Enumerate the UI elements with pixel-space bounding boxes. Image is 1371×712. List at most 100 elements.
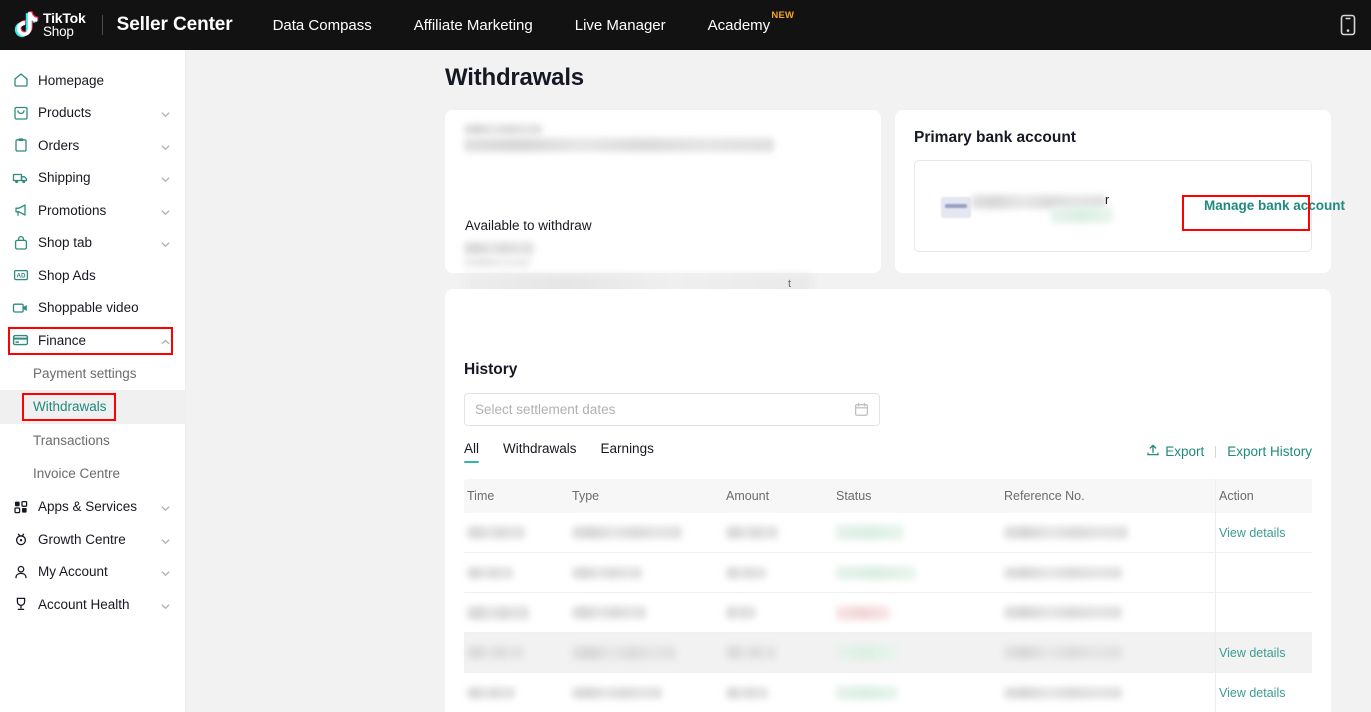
nav-link-label: Academy [708,17,771,34]
sidebar-item-label: Products [38,105,160,120]
nav-divider [102,15,103,35]
person-icon [12,563,29,580]
tab-all[interactable]: All [464,441,479,463]
top-nav-links: Data Compass Affiliate Marketing Live Ma… [273,17,771,34]
chevron-down-icon [160,172,171,183]
chevron-down-icon [160,566,171,577]
seller-center-brand[interactable]: Seller Center [117,14,233,36]
sidebar-item-label: Shipping [38,170,160,185]
nav-link-data-compass[interactable]: Data Compass [273,17,372,34]
sidebar-subitem-transactions[interactable]: Transactions [0,424,185,458]
sidebar-item-shop-ads[interactable]: AD Shop Ads [0,259,185,292]
table-row[interactable] [464,553,1312,593]
redacted-balance-sub-block [464,257,530,267]
cell-action: View details [1215,513,1312,552]
sidebar-navigation: Homepage Products Orders Shipping Pro [0,50,186,712]
cell-reference-no [1001,633,1215,672]
cell-type [569,633,723,672]
column-header-time: Time [464,489,569,503]
sidebar-item-finance[interactable]: Finance [0,324,185,357]
export-label: Export [1165,444,1204,459]
settlement-date-picker[interactable]: Select settlement dates [464,393,880,426]
svg-text:AD: AD [16,273,25,280]
sidebar-item-label: Homepage [38,73,171,88]
nav-link-live-manager[interactable]: Live Manager [575,17,666,34]
ad-icon: AD [12,267,29,284]
table-row[interactable]: View details [464,513,1312,553]
export-button[interactable]: Export [1146,443,1204,460]
cell-status [833,673,1001,712]
cell-action-empty [1215,553,1312,592]
sidebar-item-account-health[interactable]: Account Health [0,588,185,621]
sidebar-item-growth-centre[interactable]: Growth Centre [0,523,185,556]
tab-earnings[interactable]: Earnings [601,441,654,463]
mobile-app-icon[interactable] [1339,14,1357,36]
manage-bank-account-link[interactable]: Manage bank account [1204,198,1345,213]
table-header-row: Time Type Amount Status Reference No. Ac… [464,479,1312,513]
apps-grid-icon [12,498,29,515]
nav-link-label: Affiliate Marketing [414,17,533,34]
nav-link-affiliate-marketing[interactable]: Affiliate Marketing [414,17,533,34]
balance-card: Available to withdraw Withdraw t [445,110,881,273]
sidebar-item-shoppable-video[interactable]: Shoppable video [0,292,185,325]
cell-reference-no [1001,593,1215,632]
sidebar-item-orders[interactable]: Orders [0,129,185,162]
cell-action-empty [1215,593,1312,632]
cell-status [833,513,1001,552]
export-history-button[interactable]: Export History [1227,444,1312,459]
history-tabs: All Withdrawals Earnings [464,441,654,463]
table-row[interactable] [464,593,1312,633]
top-navigation-bar: TikTok Shop Seller Center Data Compass A… [0,0,1371,50]
sidebar-subitem-label: Transactions [33,433,110,448]
tab-withdrawals[interactable]: Withdrawals [503,441,577,463]
sidebar-item-label: Account Health [38,597,160,612]
cell-type [569,593,723,632]
settlement-date-placeholder: Select settlement dates [475,402,854,417]
sidebar-subitem-withdrawals[interactable]: Withdrawals [0,390,185,424]
redacted-bank-status [1051,207,1113,223]
chevron-down-icon [160,599,171,610]
column-header-status: Status [833,489,1001,503]
tiktok-note-icon [12,10,39,40]
export-separator [1215,446,1216,458]
tiktok-shop-logo[interactable]: TikTok Shop [0,10,86,40]
sidebar-item-shop-tab[interactable]: Shop tab [0,227,185,260]
sidebar-item-label: My Account [38,564,160,579]
growth-icon [12,531,29,548]
megaphone-icon [12,202,29,219]
column-header-type: Type [569,489,723,503]
product-box-icon [12,104,29,121]
view-details-link[interactable]: View details [1219,686,1285,700]
cell-time [464,553,569,592]
home-icon [12,72,29,89]
sidebar-item-promotions[interactable]: Promotions [0,194,185,227]
column-header-action: Action [1215,479,1312,513]
sidebar-item-my-account[interactable]: My Account [0,556,185,589]
trophy-icon [12,596,29,613]
sidebar-item-apps-services[interactable]: Apps & Services [0,491,185,524]
column-header-reference-no: Reference No. [1001,489,1215,503]
cell-status [833,633,1001,672]
sidebar-item-shipping[interactable]: Shipping [0,162,185,195]
sidebar-item-homepage[interactable]: Homepage [0,64,185,97]
sidebar-subitem-label: Payment settings [33,366,137,381]
nav-link-academy[interactable]: Academy NEW [708,17,771,34]
sidebar-item-products[interactable]: Products [0,97,185,130]
redacted-balance-block [464,242,534,255]
primary-bank-account-title: Primary bank account [914,129,1076,147]
cell-amount [723,593,833,632]
export-controls: Export Export History [1146,443,1312,460]
cell-reference-no [1001,513,1215,552]
view-details-link[interactable]: View details [1219,526,1285,540]
view-details-link[interactable]: View details [1219,646,1285,660]
chevron-down-icon [160,534,171,545]
cell-time [464,593,569,632]
table-row[interactable]: View details [464,673,1312,712]
history-table: Time Type Amount Status Reference No. Ac… [464,479,1312,712]
sidebar-subitem-payment-settings[interactable]: Payment settings [0,357,185,391]
sidebar-subitem-invoice-centre[interactable]: Invoice Centre [0,457,185,491]
table-row[interactable]: View details [464,633,1312,673]
redacted-text-block [464,124,542,135]
history-card: History Select settlement dates All With… [445,289,1331,712]
history-title: History [464,361,517,379]
